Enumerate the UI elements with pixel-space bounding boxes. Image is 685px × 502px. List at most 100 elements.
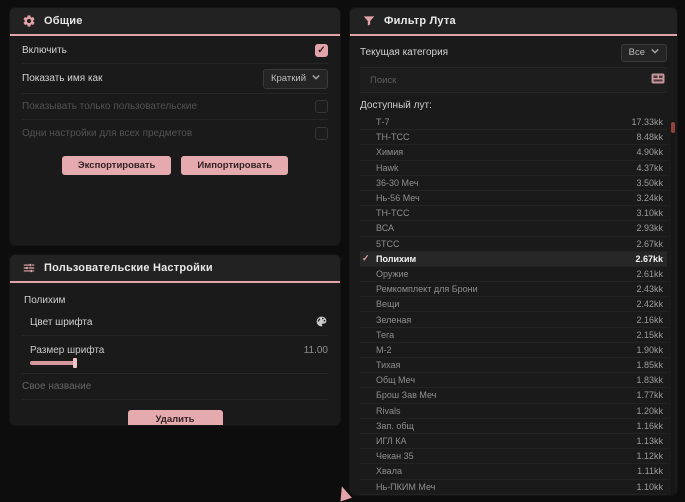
show-name-row: Показать имя как Краткий [22, 64, 328, 94]
export-button[interactable]: Экспортировать [61, 156, 172, 175]
loot-row[interactable]: Зеленая 2.16kk [360, 312, 667, 328]
loot-item-name: Полихим [376, 253, 417, 264]
only-custom-label: Показывать только пользовательские [22, 101, 197, 112]
loot-item-name: Вещи [376, 299, 400, 310]
loot-row[interactable]: ✓ Полихим 2.67kk [360, 251, 667, 267]
loot-filter-title: Фильтр Лута [384, 15, 456, 27]
loot-filter-panel: Фильтр Лута Текущая категория Все Поиск … [350, 8, 677, 495]
loot-item-value: 2.67kk [635, 253, 663, 264]
loot-item-name: ВСА [376, 223, 395, 234]
loot-item-value: 1.90kk [636, 344, 663, 355]
loot-row[interactable]: ИГЛ КА 1.13kk [360, 434, 667, 450]
loot-row[interactable]: 36-30 Меч 3.50kk [360, 176, 667, 191]
custom-settings-header: Пользовательские Настройки [10, 255, 340, 283]
loot-item-name: Зеленая [376, 314, 412, 325]
general-panel-title: Общие [44, 15, 83, 27]
loot-row[interactable]: Общ Меч 1.83kk [360, 373, 667, 389]
loot-item-value: 1.85kk [636, 360, 663, 371]
loot-row[interactable]: М-2 1.90kk [360, 343, 667, 358]
loot-row[interactable]: Ремкомплект для Брони 2.43kk [360, 282, 667, 298]
font-size-label: Размер шрифта [30, 345, 105, 356]
loot-item-value: 1.11kk [637, 466, 663, 477]
scrollbar[interactable] [671, 120, 675, 495]
check-icon: ✓ [362, 253, 370, 264]
loot-item-value: 2.15kk [636, 329, 663, 340]
loot-item-value: 1.13kk [636, 436, 663, 447]
search-placeholder: Поиск [370, 74, 397, 86]
custom-settings-title: Пользовательские Настройки [44, 262, 213, 274]
loot-item-name: М-2 [376, 344, 392, 355]
category-dropdown[interactable]: Все [620, 43, 667, 62]
show-name-value: Краткий [270, 73, 306, 84]
loot-row[interactable]: Брош Зав Меч 1.77kk [360, 388, 667, 404]
loot-item-name: Rivals [376, 405, 401, 416]
loot-item-value: 3.10kk [636, 208, 663, 219]
loot-row[interactable]: Хвала 1.11kk [360, 464, 667, 480]
loot-row[interactable]: Нь-56 Меч 3.24kk [360, 191, 667, 207]
search-input[interactable]: Поиск [360, 68, 667, 93]
loot-row[interactable]: Hawk 4.37kk [360, 161, 667, 176]
loot-row[interactable]: Оружие 2.61kk [360, 267, 667, 283]
loot-item-name: ИГЛ КА [376, 436, 407, 447]
enable-checkbox[interactable]: ✓ [315, 44, 328, 57]
loot-item-value: 2.16kk [636, 314, 663, 325]
loot-item-name: ТН-ТСС [376, 208, 410, 219]
loot-item-value: 1.20kk [636, 405, 663, 416]
delete-button[interactable]: Удалить [127, 410, 223, 425]
loot-row[interactable]: Rivals 1.20kk [360, 404, 667, 419]
loot-item-name: Химия [376, 147, 404, 158]
available-loot-label: Доступный лут: [360, 100, 432, 111]
loot-item-name: Ремкомплект для Брони [376, 284, 478, 295]
loot-item-name: Нь-56 Меч [376, 193, 420, 204]
loot-item-value: 2.61kk [636, 268, 663, 279]
loot-item-value: 8.48kk [636, 132, 663, 143]
loot-row[interactable]: Т-7 17.33kk [360, 115, 667, 131]
loot-item-name: Общ Меч [376, 375, 416, 386]
loot-row[interactable]: Тега 2.15kk [360, 328, 667, 343]
loot-filter-header: Фильтр Лута [350, 8, 677, 36]
loot-item-value: 2.43kk [636, 284, 663, 295]
loot-row[interactable]: Зап. общ 1.16kk [360, 419, 667, 434]
font-color-row[interactable]: Цвет шрифта [22, 310, 328, 336]
font-size-slider[interactable] [30, 358, 77, 368]
loot-item-name: Чекан 35 [376, 451, 414, 462]
same-settings-row: Одни настройки для всех предметов [22, 120, 328, 146]
loot-row[interactable]: Химия 4.90kk [360, 145, 667, 161]
loot-row[interactable]: Чекан 35 1.12kk [360, 449, 667, 465]
custom-name-placeholder: Свое название [22, 381, 92, 392]
search-options-icon[interactable] [651, 73, 665, 87]
custom-name-input[interactable]: Свое название [22, 374, 328, 400]
same-settings-label: Одни настройки для всех предметов [22, 127, 193, 139]
loot-item-name: ТН-ТСС [376, 132, 410, 143]
slider-thumb[interactable] [73, 358, 77, 368]
loot-row[interactable]: Вещи 2.42kk [360, 297, 667, 313]
loot-item-name: Тега [376, 329, 395, 340]
show-name-dropdown[interactable]: Краткий [262, 68, 328, 89]
loot-row[interactable]: Нь-ПКИМ Меч 1.10kk [360, 480, 667, 495]
loot-item-name: Зап. общ [376, 420, 414, 431]
general-panel-header: Общие [10, 8, 340, 36]
funnel-icon [362, 14, 376, 28]
import-button[interactable]: Импортировать [181, 156, 289, 175]
enable-row: Включить ✓ [22, 38, 328, 64]
loot-item-value: 2.42kk [636, 299, 663, 310]
loot-row[interactable]: Тихая 1.85kk [360, 358, 667, 374]
scrollbar-thumb[interactable] [671, 122, 675, 133]
loot-item-name: Т-7 [376, 117, 390, 128]
loot-row[interactable]: ТН-ТСС 8.48kk [360, 130, 667, 146]
same-settings-checkbox[interactable] [315, 126, 328, 140]
loot-item-value: 2.93kk [636, 223, 663, 234]
loot-item-value: 2.67kk [636, 238, 663, 249]
loot-row[interactable]: 5ТСС 2.67kk [360, 237, 667, 252]
font-size-value: 11.00 [303, 345, 328, 356]
loot-row[interactable]: ТН-ТСС 3.10kk [360, 206, 667, 222]
loot-item-name: Хвала [376, 466, 402, 477]
palette-icon[interactable] [315, 315, 328, 331]
loot-item-value: 3.50kk [636, 177, 663, 188]
loot-item-value: 1.16kk [636, 420, 663, 431]
loot-item-value: 3.24kk [636, 193, 663, 204]
only-custom-checkbox[interactable] [315, 100, 328, 113]
loot-item-value: 17.33kk [631, 117, 663, 128]
loot-row[interactable]: ВСА 2.93kk [360, 221, 667, 237]
loot-item-value: 1.12kk [636, 451, 663, 462]
